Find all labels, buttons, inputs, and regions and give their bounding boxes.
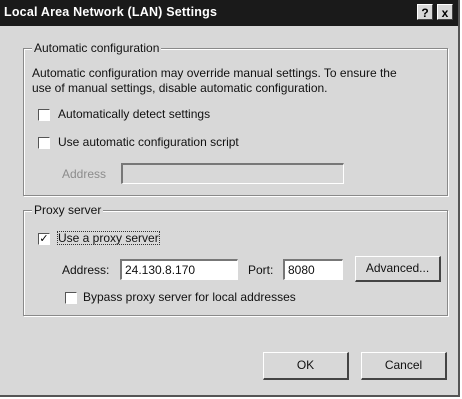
window-title: Local Area Network (LAN) Settings [4, 5, 218, 19]
proxy-port-field[interactable]: 8080 [283, 259, 343, 280]
advanced-button[interactable]: Advanced... [355, 256, 441, 282]
proxy-server-legend: Proxy server [32, 203, 104, 217]
help-button[interactable]: ? [417, 4, 433, 20]
checkmark-icon: ✓ [39, 233, 49, 245]
ok-button[interactable]: OK [263, 352, 349, 380]
proxy-address-field[interactable]: 24.130.8.170 [120, 259, 238, 280]
close-button[interactable]: x [437, 4, 453, 20]
auto-detect-checkbox[interactable] [38, 109, 50, 121]
script-address-field[interactable] [121, 163, 344, 184]
auto-config-script-checkbox[interactable] [38, 137, 50, 149]
auto-config-description-line2: use of manual settings, disable automati… [32, 81, 328, 95]
bypass-local-checkbox[interactable] [65, 292, 77, 304]
proxy-port-label: Port: [248, 263, 274, 277]
use-proxy-checkbox[interactable]: ✓ [38, 233, 50, 245]
automatic-configuration-legend: Automatic configuration [32, 41, 162, 55]
lan-settings-dialog: Local Area Network (LAN) Settings ? x Au… [0, 0, 460, 397]
help-icon: ? [421, 6, 429, 20]
bypass-local-label[interactable]: Bypass proxy server for local addresses [83, 290, 296, 304]
script-address-label: Address [62, 167, 107, 181]
auto-detect-label[interactable]: Automatically detect settings [58, 107, 210, 121]
cancel-button[interactable]: Cancel [361, 352, 447, 380]
title-bar[interactable]: Local Area Network (LAN) Settings ? x [0, 0, 458, 26]
auto-config-description-line1: Automatic configuration may override man… [32, 66, 397, 80]
close-icon: x [441, 6, 449, 20]
proxy-address-label: Address: [62, 263, 110, 277]
use-proxy-label[interactable]: Use a proxy server [57, 231, 160, 245]
auto-config-script-label[interactable]: Use automatic configuration script [58, 135, 239, 149]
